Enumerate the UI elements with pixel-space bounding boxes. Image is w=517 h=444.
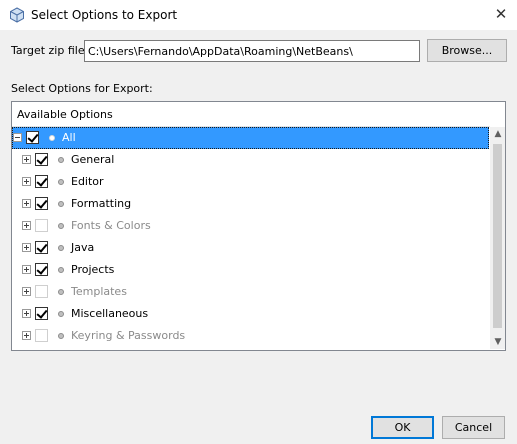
option-checkbox[interactable] (35, 153, 48, 166)
tree-row[interactable]: Editor (12, 171, 489, 193)
option-node-icon (58, 157, 64, 163)
expand-icon[interactable] (22, 177, 31, 186)
expand-icon[interactable] (22, 331, 31, 340)
option-label: Formatting (71, 197, 132, 210)
option-node-icon (58, 267, 64, 273)
option-checkbox (35, 285, 48, 298)
tree-row[interactable]: Fonts & Colors (12, 215, 489, 237)
vertical-scrollbar[interactable]: ▲ ▼ (490, 127, 505, 349)
expand-icon[interactable] (22, 155, 31, 164)
tree-row[interactable]: Keyring & Passwords (12, 325, 489, 347)
scroll-up-icon[interactable]: ▲ (491, 127, 505, 141)
option-label: Fonts & Colors (71, 219, 151, 232)
tree-row[interactable]: Java (12, 237, 489, 259)
option-node-icon (58, 245, 64, 251)
option-label: General (71, 153, 115, 166)
option-node-icon (58, 179, 64, 185)
target-zip-field[interactable] (84, 40, 420, 62)
option-node-icon (58, 223, 64, 229)
option-label: Projects (71, 263, 115, 276)
tree-row[interactable]: Miscellaneous (12, 303, 489, 325)
option-label: Miscellaneous (71, 307, 149, 320)
option-node-icon (58, 333, 64, 339)
option-label: All (62, 131, 76, 144)
expand-icon[interactable] (22, 287, 31, 296)
scroll-down-icon[interactable]: ▼ (491, 335, 505, 349)
scroll-thumb[interactable] (493, 144, 502, 328)
options-tree: Available Options All General Editor Format… (11, 101, 506, 351)
expand-icon[interactable] (22, 309, 31, 318)
option-checkbox[interactable] (35, 263, 48, 276)
tree-row[interactable]: General (12, 149, 489, 171)
tree-row[interactable]: Templates (12, 281, 489, 303)
tree-row-all[interactable]: All (12, 127, 489, 149)
tree-rows: All General Editor Formatting Fonts & Colors… (12, 127, 489, 347)
option-node-icon (49, 135, 55, 141)
collapse-icon[interactable] (13, 133, 22, 142)
cancel-button[interactable]: Cancel (442, 416, 505, 439)
option-label: Keyring & Passwords (71, 329, 186, 342)
option-checkbox[interactable] (35, 175, 48, 188)
browse-button[interactable]: Browse... (427, 39, 507, 62)
option-node-icon (58, 289, 64, 295)
expand-icon[interactable] (22, 221, 31, 230)
expand-icon[interactable] (22, 199, 31, 208)
option-label: Templates (71, 285, 127, 298)
ok-button[interactable]: OK (371, 416, 434, 439)
close-icon[interactable]: ✕ (485, 0, 517, 30)
target-zip-label: Target zip file: (11, 44, 89, 57)
option-checkbox[interactable] (35, 241, 48, 254)
option-checkbox[interactable] (26, 131, 39, 144)
options-section-label: Select Options for Export: (11, 82, 153, 95)
option-checkbox (35, 219, 48, 232)
title-bar: Select Options to Export ✕ (0, 0, 517, 30)
netbeans-cube-icon (10, 7, 24, 23)
option-label: Editor (71, 175, 104, 188)
expand-icon[interactable] (22, 243, 31, 252)
expand-icon[interactable] (22, 265, 31, 274)
tree-column-header: Available Options (12, 102, 490, 127)
window-title: Select Options to Export (31, 8, 178, 22)
tree-row[interactable]: Formatting (12, 193, 489, 215)
option-checkbox[interactable] (35, 197, 48, 210)
option-node-icon (58, 311, 64, 317)
option-checkbox[interactable] (35, 307, 48, 320)
option-checkbox (35, 329, 48, 342)
option-node-icon (58, 201, 64, 207)
tree-row[interactable]: Projects (12, 259, 489, 281)
option-label: Java (71, 241, 95, 254)
